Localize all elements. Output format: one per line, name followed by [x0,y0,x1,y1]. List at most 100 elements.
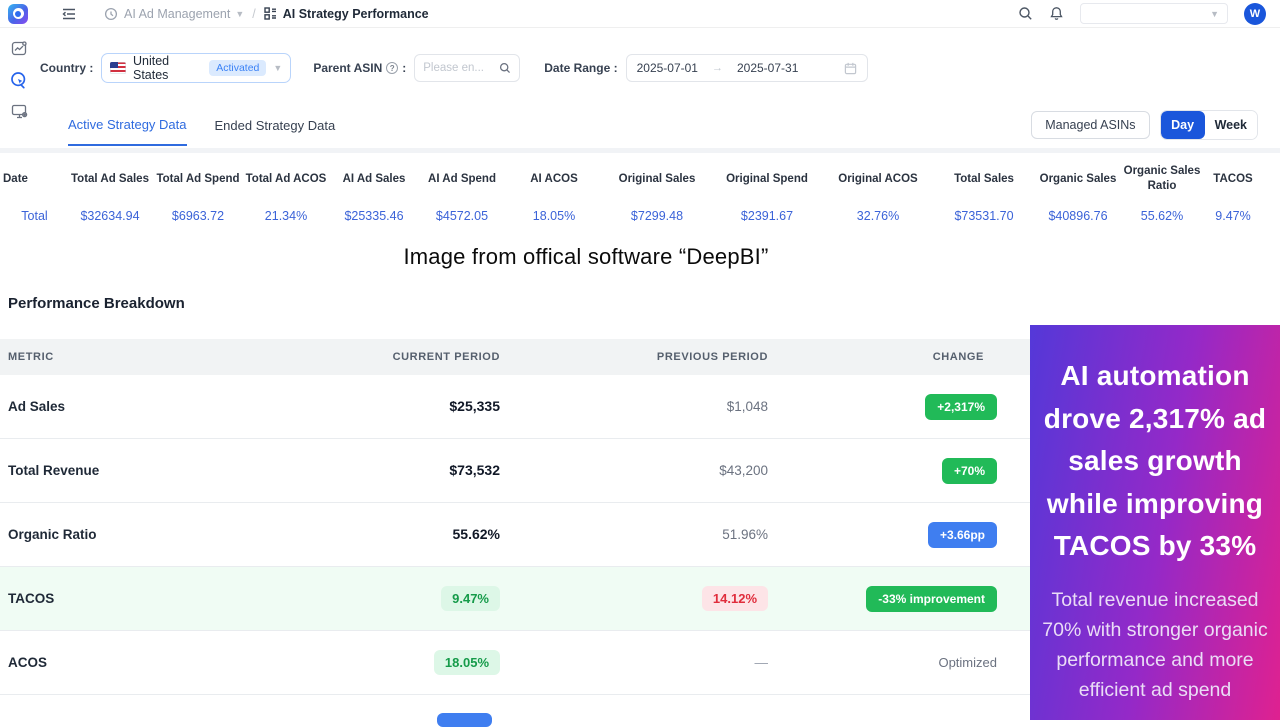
search-icon[interactable] [499,62,511,74]
chevron-down-icon: ▼ [1210,9,1219,19]
us-flag-icon [110,62,126,74]
current-value: 18.05% [434,650,500,675]
summary-col-header: Original Sales [602,172,712,187]
previous-value: $1,048 [727,399,768,414]
change-badge-cell: +70% [770,458,1030,484]
current-value-cell: 55.62% [266,526,500,544]
summary-col-header: Total Ad ACOS [242,172,330,187]
col-change: CHANGE [770,351,1030,363]
strategy-tabs: Active Strategy Data Ended Strategy Data… [0,104,1280,146]
notifications-bell-icon[interactable] [1049,6,1064,21]
summary-total-cell: $2391.67 [712,209,822,223]
help-icon[interactable]: ? [386,62,398,74]
summary-total-cell: 21.34% [242,209,330,223]
deepbi-logo-icon[interactable] [8,4,28,24]
current-value-cell: 18.05% [266,650,500,675]
breadcrumb-section[interactable]: AI Ad Management [124,7,230,21]
summary-col-header: Original ACOS [822,172,934,187]
performance-breakdown-panel: Performance Breakdown METRIC CURRENT PER… [0,278,1030,720]
summary-col-header: Total Sales [934,172,1034,187]
previous-value: 51.96% [722,527,768,542]
summary-total-cell: $73531.70 [934,209,1034,223]
current-value-cell: 9.47% [266,586,500,611]
country-select[interactable]: United States Activated ▼ [101,53,291,83]
date-start[interactable]: 2025-07-01 [637,61,698,75]
week-toggle-button[interactable]: Week [1205,111,1257,139]
insight-callout: AI automation drove 2,317% ad sales grow… [1030,325,1280,720]
parent-asin-label: Parent ASIN ? : [313,61,406,75]
section-divider [0,148,1280,153]
search-icon[interactable] [1018,6,1033,21]
previous-value-cell: — [500,654,770,672]
topbar-select[interactable]: ▼ [1080,3,1228,24]
date-range-label: Date Range : [544,61,617,75]
breakdown-rows: Ad Sales$25,335$1,048+2,317%Total Revenu… [0,375,1030,695]
summary-col-header: AI ACOS [506,172,602,187]
sidebar-collapse-icon[interactable] [62,8,76,20]
breakdown-row: TACOS9.47%14.12%-33% improvement [0,567,1030,631]
summary-col-header: Organic Sales Ratio [1122,164,1202,194]
breakdown-row: Total Revenue $73,532 $43,200 +70% [0,439,1030,503]
day-toggle-button[interactable]: Day [1161,111,1205,139]
image-caption: Image from offical software “DeepBI” [0,236,1172,278]
date-end[interactable]: 2025-07-31 [737,61,798,75]
metric-name: ACOS [0,655,266,670]
parent-asin-input[interactable]: Please en... [414,54,520,82]
previous-value: 14.12% [702,586,768,611]
tab-ended-strategy-data[interactable]: Ended Strategy Data [215,106,336,145]
summary-col-header: TACOS [1202,172,1264,187]
metric-name: Total Revenue [0,463,266,478]
date-arrow: → [712,62,723,74]
summary-table-header: DateTotal Ad SalesTotal Ad SpendTotal Ad… [0,158,1280,200]
summary-table-total-row: Total$32634.94$6963.7221.34%$25335.46$45… [0,200,1280,232]
summary-total-cell: 9.47% [1202,209,1264,223]
summary-col-header: Total Ad Spend [154,172,242,187]
col-previous-period: PREVIOUS PERIOD [500,351,770,363]
ai-ad-management-icon[interactable] [10,71,28,89]
previous-value-cell: 51.96% [500,526,770,544]
previous-value-cell: 14.12% [500,586,770,611]
user-avatar[interactable]: W [1244,3,1266,25]
previous-value: $43,200 [719,463,768,478]
date-range-picker[interactable]: 2025-07-01 → 2025-07-31 [626,54,868,82]
breakdown-row: Organic Ratio55.62%51.96%+3.66pp [0,503,1030,567]
summary-total-cell: 55.62% [1122,209,1202,223]
logo-ring [13,8,24,19]
summary-total-cell: $6963.72 [154,209,242,223]
change-badge: +2,317% [925,394,997,420]
parent-asin-placeholder: Please en... [423,62,499,74]
previous-value-cell: $1,048 [500,398,770,416]
summary-total-cell: $4572.05 [418,209,506,223]
summary-col-header: Total Ad Sales [66,172,154,187]
current-value: $73,532 [449,462,500,478]
summary-col-header: Organic Sales [1034,172,1122,187]
change-badge-cell: -33% improvement [770,586,1030,612]
filter-bar: Country : United States Activated ▼ Pare… [40,50,868,86]
change-badge: +70% [942,458,997,484]
calendar-icon[interactable] [844,62,857,75]
current-value-cell: $73,532 [266,462,500,480]
chevron-down-icon[interactable]: ▼ [235,9,244,19]
previous-value: — [755,655,769,670]
summary-table: DateTotal Ad SalesTotal Ad SpendTotal Ad… [0,158,1280,232]
summary-col-header: AI Ad Sales [330,172,418,187]
cutoff-badge [437,713,492,727]
managed-asins-button[interactable]: Managed ASINs [1031,111,1149,139]
summary-col-header: Date [0,172,66,187]
tab-active-strategy-data[interactable]: Active Strategy Data [68,105,187,146]
callout-subtext: Total revenue increased 70% with stronge… [1038,585,1272,706]
callout-headline: AI automation drove 2,317% ad sales grow… [1038,355,1272,568]
current-value-cell: $25,335 [266,398,500,416]
chevron-down-icon: ▼ [273,63,282,73]
change-badge: Optimized [938,655,997,670]
summary-total-cell: $7299.48 [602,209,712,223]
day-week-toggle: Day Week [1160,110,1258,140]
change-badge-cell: +3.66pp [770,522,1030,548]
summary-col-header: AI Ad Spend [418,172,506,187]
current-value: $25,335 [449,398,500,414]
country-value: United States [133,54,202,82]
change-badge: +3.66pp [928,522,997,548]
breadcrumb-page: AI Strategy Performance [283,7,429,21]
dashboard-trend-icon[interactable] [11,40,28,57]
summary-total-cell: 32.76% [822,209,934,223]
